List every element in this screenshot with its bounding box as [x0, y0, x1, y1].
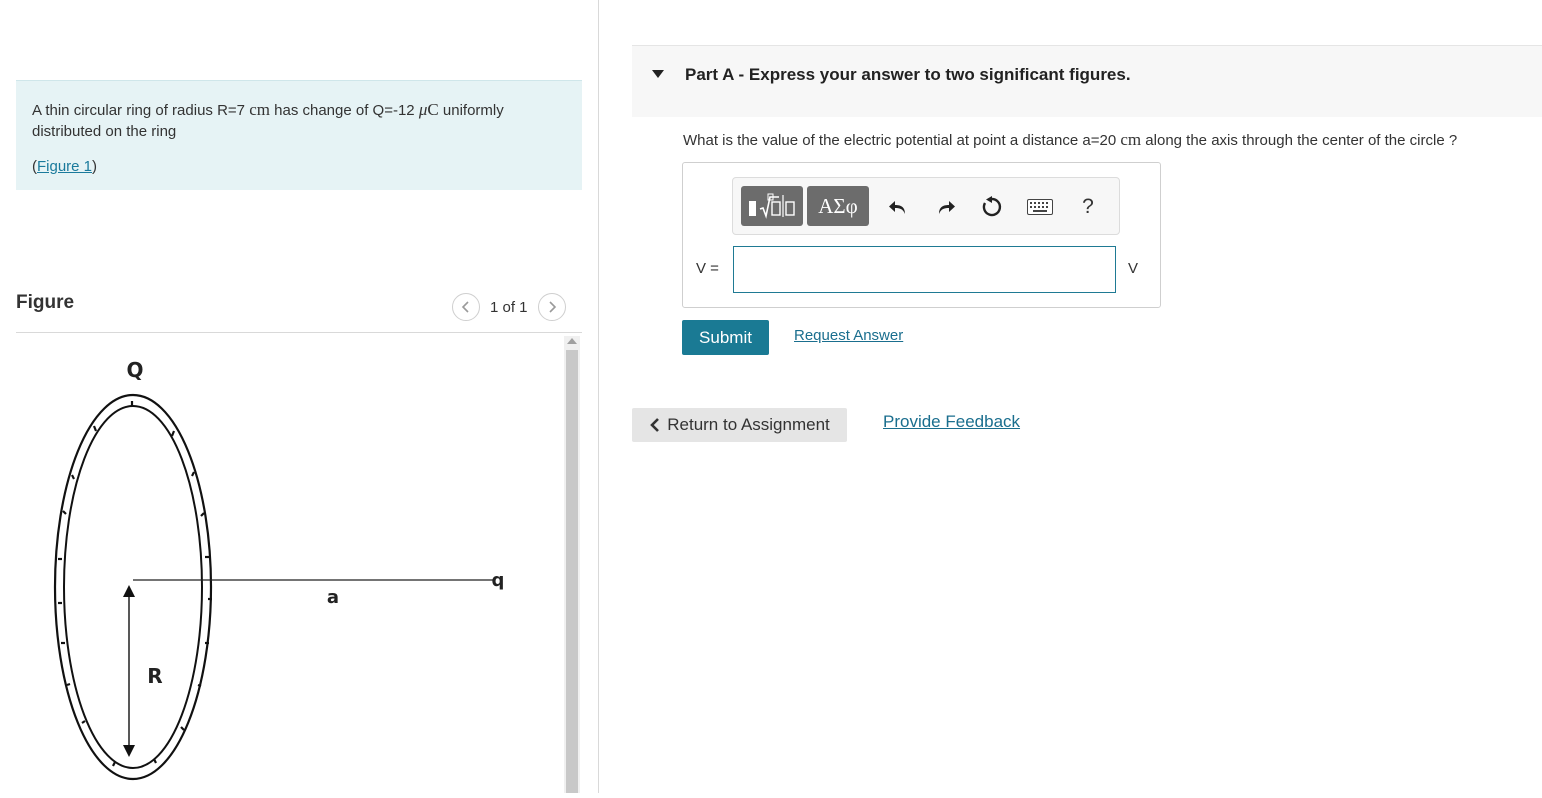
- figure-link[interactable]: Figure 1: [37, 158, 92, 175]
- figure-heading: Figure: [16, 292, 75, 313]
- submit-button[interactable]: Submit: [682, 320, 769, 355]
- problem-text: A thin circular ring of radius R=7 cm ha…: [32, 99, 566, 142]
- return-to-assignment-button[interactable]: Return to Assignment: [632, 408, 847, 442]
- charge-label: Q: [126, 358, 143, 382]
- math-toolbar: ΑΣφ ?: [732, 177, 1120, 235]
- problem-text-part: A thin circular ring of radius R=7: [32, 102, 250, 119]
- figure-link-wrap: (Figure 1): [32, 156, 566, 177]
- paren-close: ): [92, 158, 98, 175]
- templates-button[interactable]: [741, 186, 803, 226]
- redo-icon: [939, 201, 955, 214]
- reset-button[interactable]: [977, 192, 1007, 222]
- left-panel: A thin circular ring of radius R=7 cm ha…: [0, 0, 598, 793]
- panel-divider: [598, 0, 599, 793]
- request-answer-link[interactable]: Request Answer: [794, 327, 903, 344]
- chevron-left-icon: [461, 301, 469, 313]
- distance-label: a: [327, 587, 339, 608]
- radius-label: R: [147, 664, 162, 688]
- question-text-part: What is the value of the electric potent…: [683, 132, 1121, 149]
- collapse-caret-icon[interactable]: [652, 70, 664, 78]
- figure-scrollbar[interactable]: [564, 336, 580, 793]
- chevron-right-icon: [548, 301, 556, 313]
- help-button[interactable]: ?: [1073, 192, 1103, 222]
- next-figure-button[interactable]: [537, 293, 566, 321]
- ring-diagram: Q R a q: [53, 358, 505, 781]
- question-text: What is the value of the electric potent…: [683, 130, 1457, 150]
- point-label: q: [492, 570, 505, 591]
- pager-text: 1 of 1: [490, 298, 528, 316]
- problem-text-part: has change of Q=-12: [269, 102, 419, 119]
- undo-button[interactable]: [883, 192, 913, 222]
- redo-button[interactable]: [931, 192, 961, 222]
- unit-coulomb: C: [427, 100, 439, 119]
- figure-pager: 1 of 1: [452, 292, 566, 322]
- unit-cm: cm: [1120, 130, 1142, 149]
- keyboard-button[interactable]: [1023, 192, 1057, 222]
- part-title: Part A - Express your answer to two sign…: [685, 65, 1131, 84]
- scroll-thumb[interactable]: [566, 350, 578, 793]
- scroll-up-icon[interactable]: [567, 338, 577, 344]
- templates-radical-icon: [749, 193, 795, 219]
- undo-icon: [889, 201, 905, 214]
- keyboard-icon: [1027, 199, 1053, 215]
- greek-symbols-button[interactable]: ΑΣφ: [807, 186, 869, 226]
- answer-box: ΑΣφ ? V = V: [682, 162, 1161, 308]
- figure-image: Q R a q: [16, 333, 564, 793]
- unit-cm: cm: [249, 100, 270, 119]
- return-label: Return to Assignment: [667, 415, 830, 434]
- problem-statement: A thin circular ring of radius R=7 cm ha…: [16, 80, 582, 190]
- chevron-left-icon: [650, 418, 660, 432]
- part-header[interactable]: Part A - Express your answer to two sign…: [632, 45, 1542, 117]
- variable-label: V =: [696, 260, 719, 277]
- question-text-part: along the axis through the center of the…: [1141, 132, 1458, 149]
- answer-input[interactable]: [733, 246, 1116, 293]
- answer-unit: V: [1128, 260, 1139, 277]
- prev-figure-button[interactable]: [452, 293, 480, 321]
- provide-feedback-link[interactable]: Provide Feedback: [883, 412, 1020, 432]
- reset-icon: [982, 196, 1002, 217]
